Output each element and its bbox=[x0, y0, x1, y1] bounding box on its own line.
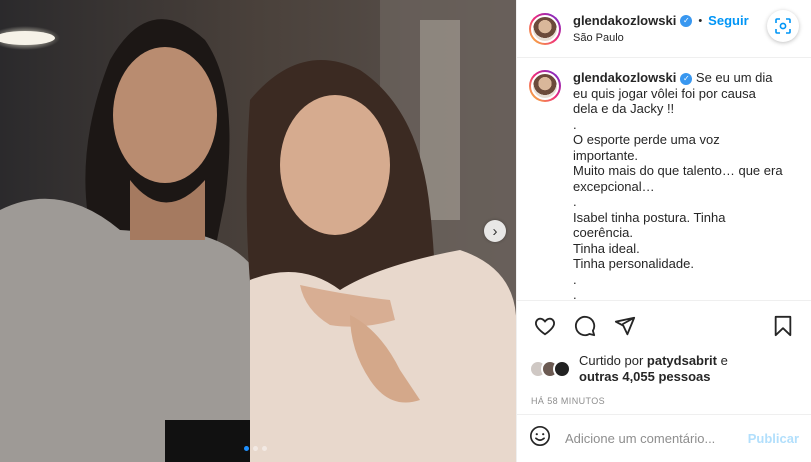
liker-username[interactable]: patydsabrit bbox=[647, 353, 717, 368]
location-link[interactable]: São Paulo bbox=[573, 32, 749, 44]
visual-search-icon bbox=[775, 18, 791, 34]
action-bar bbox=[517, 300, 811, 350]
caption-text: Se eu um dia eu quis jogar vôlei foi por… bbox=[573, 70, 783, 300]
heart-icon bbox=[535, 317, 555, 335]
bookmark-icon bbox=[774, 315, 792, 337]
author-avatar[interactable] bbox=[529, 12, 561, 45]
carousel-dot bbox=[262, 446, 267, 451]
likes-text: Curtido por patydsabrit e outras 4,055 p… bbox=[579, 353, 728, 385]
share-button[interactable] bbox=[605, 306, 645, 346]
chevron-right-icon: › bbox=[492, 222, 498, 240]
instagram-post-modal: › glendakozlowski ✓ • Seguir São Paulo g… bbox=[0, 0, 811, 462]
comment-icon bbox=[575, 315, 596, 336]
post-photo[interactable]: › bbox=[0, 0, 516, 462]
verified-badge-icon: ✓ bbox=[680, 72, 693, 85]
post-side-panel: glendakozlowski ✓ • Seguir São Paulo gle… bbox=[516, 0, 811, 462]
paper-plane-icon bbox=[614, 316, 636, 335]
verified-badge-icon: ✓ bbox=[680, 14, 693, 27]
separator: • bbox=[698, 14, 703, 27]
carousel-dot bbox=[244, 446, 249, 451]
caption-username[interactable]: glendakozlowski bbox=[573, 70, 676, 85]
caption-author-avatar[interactable] bbox=[529, 70, 561, 102]
visual-search-button[interactable] bbox=[767, 10, 799, 42]
save-button[interactable] bbox=[763, 306, 803, 346]
publish-button[interactable]: Publicar bbox=[748, 431, 799, 446]
photo-of-two-women bbox=[0, 0, 516, 462]
carousel-dot bbox=[253, 446, 258, 451]
comment-input[interactable] bbox=[565, 431, 748, 446]
likes-prefix: Curtido por bbox=[579, 353, 647, 368]
comments-section: glendakozlowski ✓ Se eu um dia eu quis jo… bbox=[517, 58, 811, 300]
liker-avatars[interactable] bbox=[529, 360, 571, 378]
post-header: glendakozlowski ✓ • Seguir São Paulo bbox=[517, 0, 811, 58]
comment-button[interactable] bbox=[565, 306, 605, 346]
add-comment-bar: Publicar bbox=[517, 414, 811, 462]
emoji-button[interactable] bbox=[529, 425, 551, 452]
author-username[interactable]: glendakozlowski bbox=[573, 13, 676, 28]
other-likers-link[interactable]: outras 4,055 pessoas bbox=[579, 369, 711, 384]
carousel-indicator bbox=[244, 446, 267, 451]
emoji-icon bbox=[530, 426, 550, 446]
post-caption: glendakozlowski ✓ Se eu um dia eu quis jo… bbox=[573, 70, 783, 300]
likes-summary: Curtido por patydsabrit e outras 4,055 p… bbox=[517, 350, 811, 388]
liker-avatar bbox=[553, 360, 571, 378]
likes-middle: e bbox=[717, 353, 728, 368]
like-button[interactable] bbox=[525, 306, 565, 346]
carousel-next-button[interactable]: › bbox=[484, 220, 506, 242]
follow-button[interactable]: Seguir bbox=[708, 13, 748, 28]
